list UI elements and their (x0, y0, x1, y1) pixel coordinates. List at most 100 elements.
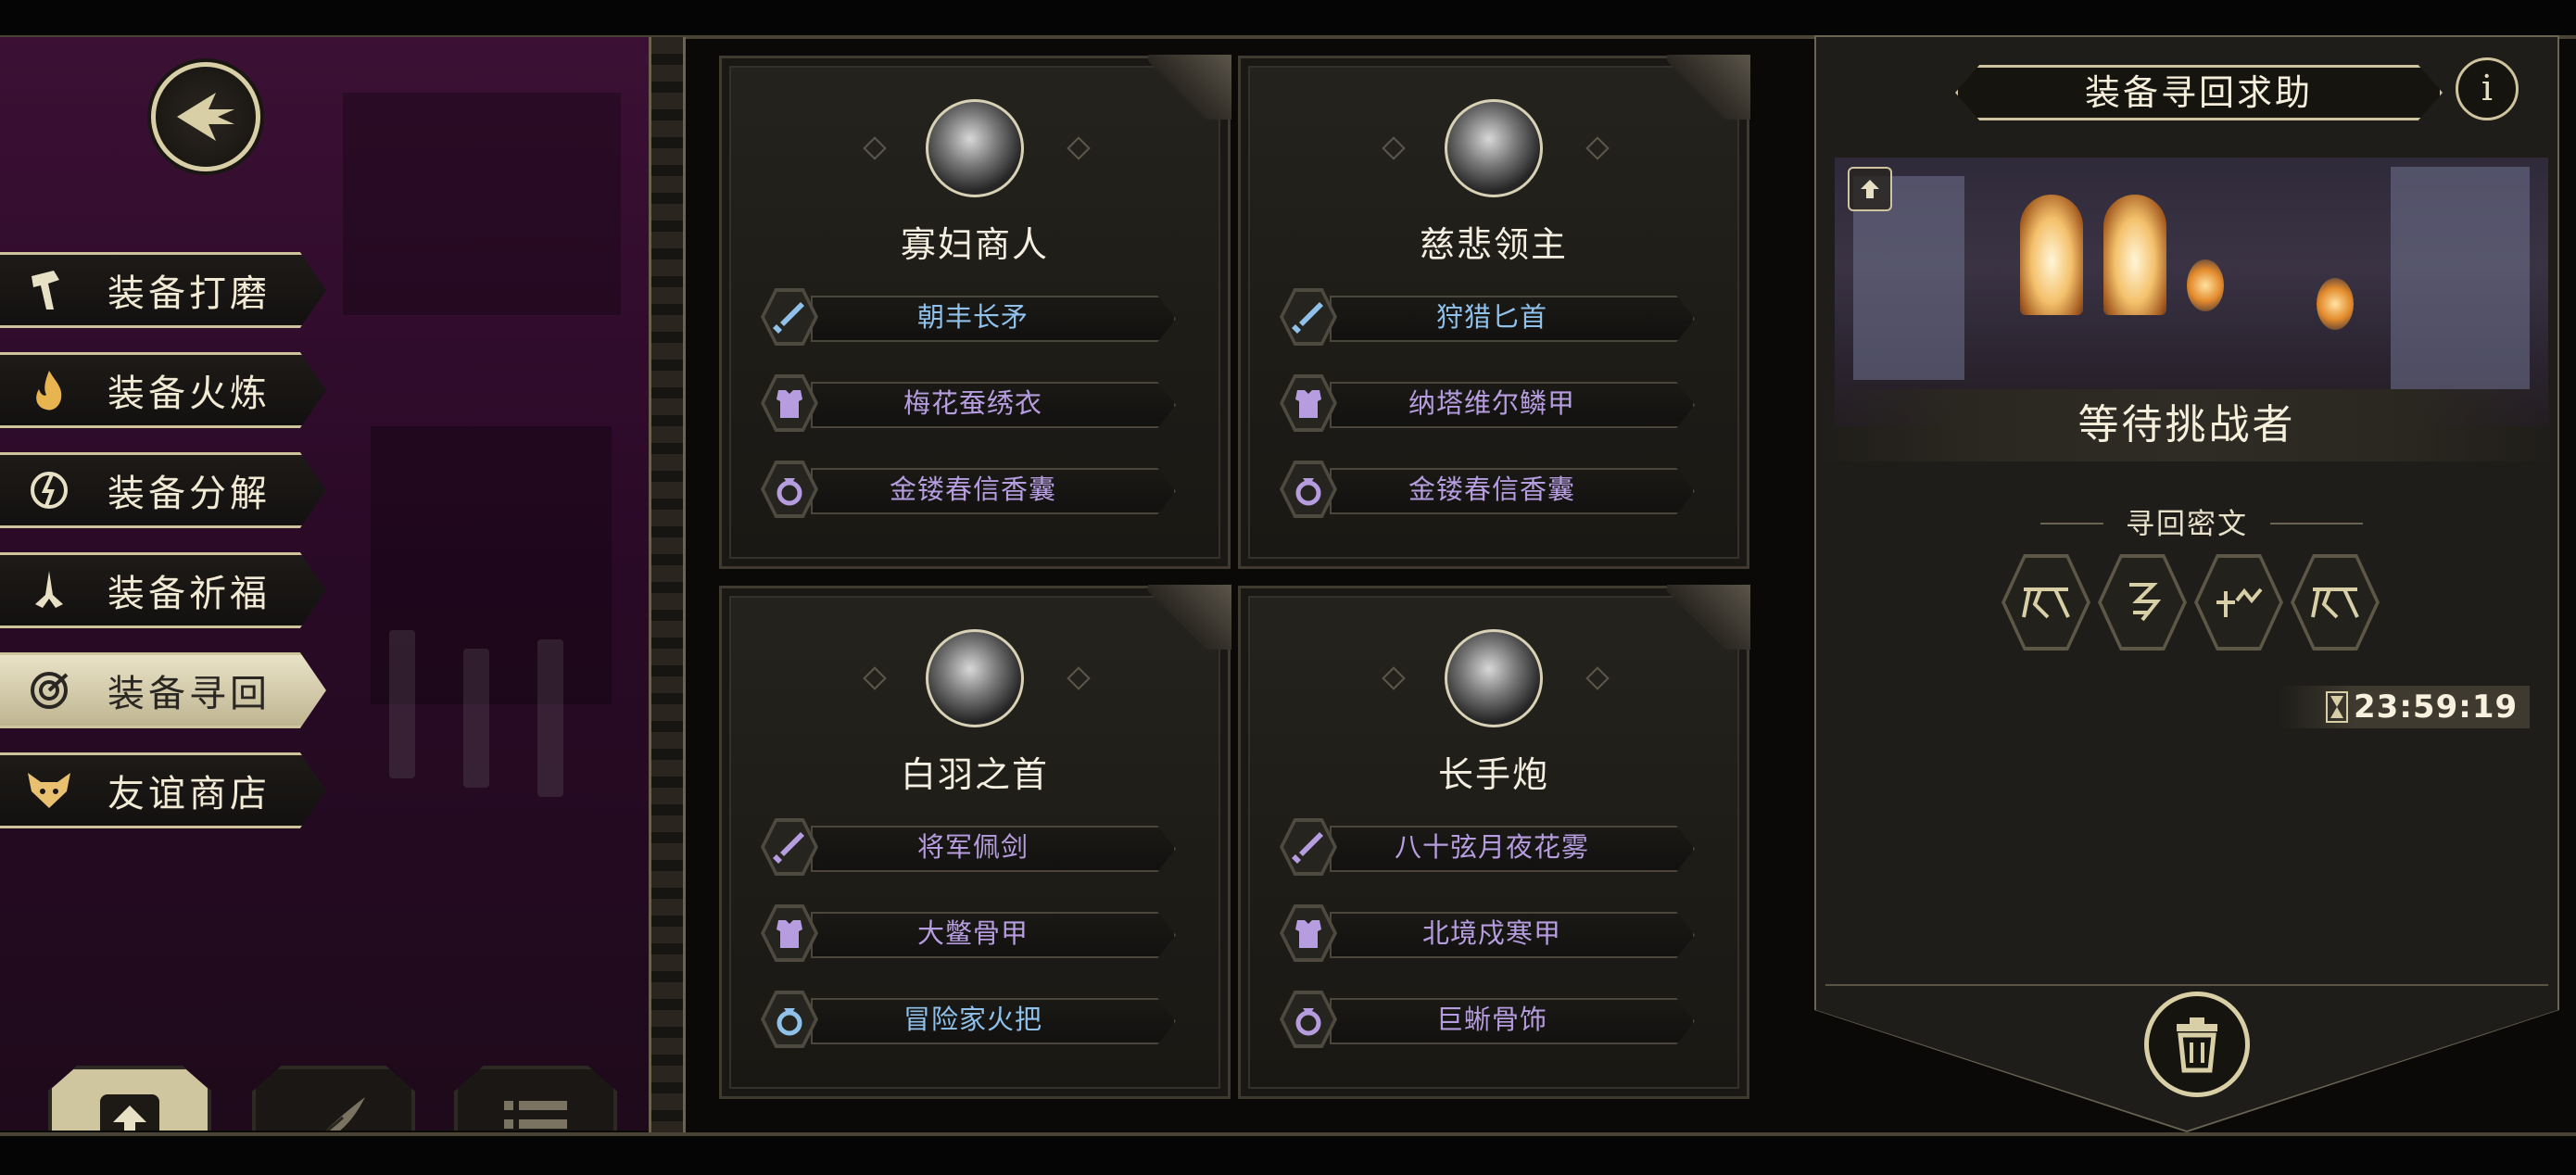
info-icon: i (2481, 68, 2494, 108)
equipment-name: 大鳖骨甲 (916, 917, 1029, 949)
hourglass-icon (2326, 691, 2348, 723)
equipment-row[interactable]: 金镂春信香囊 (1280, 461, 1706, 518)
menu-label: 友谊商店 (107, 773, 271, 815)
equipment-name: 巨蜥骨饰 (1435, 1004, 1547, 1035)
rune-icon (2311, 588, 2359, 619)
ring-icon (1280, 461, 1337, 518)
ornament (1382, 666, 1406, 690)
menu-item-polish[interactable]: 装备打磨 (0, 252, 326, 328)
rune-slot[interactable] (2098, 554, 2187, 651)
menu-label: 装备火炼 (107, 373, 271, 415)
cipher-title: 寻回密文 (2126, 508, 2248, 541)
back-arrow-icon (177, 93, 234, 141)
back-button[interactable] (151, 62, 260, 171)
owner-name: 长手炮 (1437, 754, 1549, 795)
equipment-row[interactable]: 将军佩剑 (761, 818, 1187, 876)
countdown-timer: 23:59:19 (2279, 686, 2530, 728)
request-panel: 装备寻回求助 i 等待挑战者 寻回密文 23:59:19 (1816, 37, 2557, 1131)
ornament (1382, 136, 1406, 160)
equipment-name: 冒险家火把 (903, 1004, 1042, 1035)
rune-slot[interactable] (2194, 554, 2283, 651)
ornament (1585, 136, 1610, 160)
retrieval-card[interactable]: 慈悲领主 狩猎匕首 纳塔维尔鳞甲 金镂春信香囊 (1238, 55, 1750, 569)
hammer-icon (17, 258, 82, 322)
rune-slot[interactable] (2001, 554, 2090, 651)
side-menu: 装备打磨 装备火炼 装备分解 装备祈福 装备寻回 友谊商店 (0, 37, 649, 1131)
owner-avatar (926, 99, 1024, 197)
equipment-name: 狩猎匕首 (1435, 301, 1547, 333)
equipment-row[interactable]: 纳塔维尔鳞甲 (1280, 374, 1706, 432)
equipment-name: 纳塔维尔鳞甲 (1408, 387, 1575, 419)
top-frame (0, 0, 2576, 39)
rune-icon (2216, 588, 2263, 617)
decompose-icon (17, 458, 82, 523)
tab-feather[interactable] (252, 1066, 415, 1131)
upload-icon (1861, 180, 1879, 198)
menu-item-decompose[interactable]: 装备分解 (0, 452, 326, 528)
dagger-icon (1280, 288, 1337, 346)
trash-icon (2177, 1017, 2217, 1073)
bottom-frame (0, 1132, 2576, 1175)
equipment-row[interactable]: 冒险家火把 (761, 991, 1187, 1048)
equipment-row[interactable]: 狩猎匕首 (1280, 288, 1706, 346)
menu-label: 装备打磨 (107, 272, 271, 315)
equipment-row[interactable]: 巨蜥骨饰 (1280, 991, 1706, 1048)
ornament (863, 666, 887, 690)
equipment-name: 朝丰长矛 (916, 301, 1029, 333)
cipher-line-right (2270, 523, 2363, 524)
equipment-name: 八十弦月夜花雾 (1394, 831, 1589, 863)
tab-upload[interactable] (48, 1066, 211, 1131)
equipment-row[interactable]: 八十弦月夜花雾 (1280, 818, 1706, 876)
page-corner (1148, 585, 1231, 650)
equipment-name: 金镂春信香囊 (1408, 474, 1575, 505)
rune-icon (2022, 588, 2070, 619)
menu-item-shop[interactable]: 友谊商店 (0, 752, 326, 828)
flame-icon (17, 358, 82, 423)
sword-icon (761, 818, 818, 876)
rune-icon (2129, 583, 2162, 622)
owner-name: 慈悲领主 (1419, 224, 1568, 265)
status-banner: 等待挑战者 (1816, 389, 2557, 461)
equipment-row[interactable]: 金镂春信香囊 (761, 461, 1187, 518)
timer-value: 23:59:19 (2354, 689, 2519, 726)
ornament (1585, 666, 1610, 690)
armor-icon (1280, 374, 1337, 432)
info-button[interactable]: i (2456, 57, 2519, 120)
ornament (1067, 136, 1091, 160)
ornament (1067, 666, 1091, 690)
menu-item-retrieve[interactable]: 装备寻回 (0, 652, 326, 728)
share-button[interactable] (1848, 167, 1892, 211)
retrieval-card[interactable]: 寡妇商人 朝丰长矛 梅花蚕绣衣 金镂春信香囊 (719, 55, 1231, 569)
panel-title: 装备寻回求助 (1955, 65, 2443, 120)
equipment-name: 北境戍寒甲 (1421, 917, 1561, 949)
equipment-row[interactable]: 北境戍寒甲 (1280, 904, 1706, 962)
menu-item-forge[interactable]: 装备火炼 (0, 352, 326, 428)
equipment-row[interactable]: 朝丰长矛 (761, 288, 1187, 346)
page-corner (1667, 585, 1750, 650)
owner-name: 白羽之首 (900, 754, 1049, 795)
retrieval-card[interactable]: 白羽之首 将军佩剑 大鳖骨甲 冒险家火把 (719, 585, 1231, 1099)
armor-icon (761, 904, 818, 962)
fox-icon (17, 758, 82, 823)
owner-name: 寡妇商人 (900, 224, 1049, 265)
menu-label: 装备寻回 (107, 673, 271, 715)
armor-icon (1280, 904, 1337, 962)
equipment-name: 梅花蚕绣衣 (903, 387, 1042, 419)
delete-button[interactable] (2144, 992, 2250, 1097)
menu-item-bless[interactable]: 装备祈福 (0, 552, 326, 628)
equipment-row[interactable]: 梅花蚕绣衣 (761, 374, 1187, 432)
rune-slot[interactable] (2291, 554, 2380, 651)
panel-footer-line (1825, 984, 2548, 986)
sword-icon (1280, 818, 1337, 876)
retrieval-card[interactable]: 长手炮 八十弦月夜花雾 北境戍寒甲 巨蜥骨饰 (1238, 585, 1750, 1099)
page-corner (1667, 55, 1750, 120)
page-corner (1148, 55, 1231, 120)
owner-avatar (926, 629, 1024, 727)
owner-avatar (1445, 629, 1543, 727)
equipment-name: 将军佩剑 (916, 831, 1029, 863)
tab-list[interactable] (454, 1066, 617, 1131)
equipment-name: 金镂春信香囊 (889, 474, 1056, 505)
menu-label: 装备分解 (107, 473, 271, 515)
feather-icon (303, 1097, 365, 1131)
equipment-row[interactable]: 大鳖骨甲 (761, 904, 1187, 962)
